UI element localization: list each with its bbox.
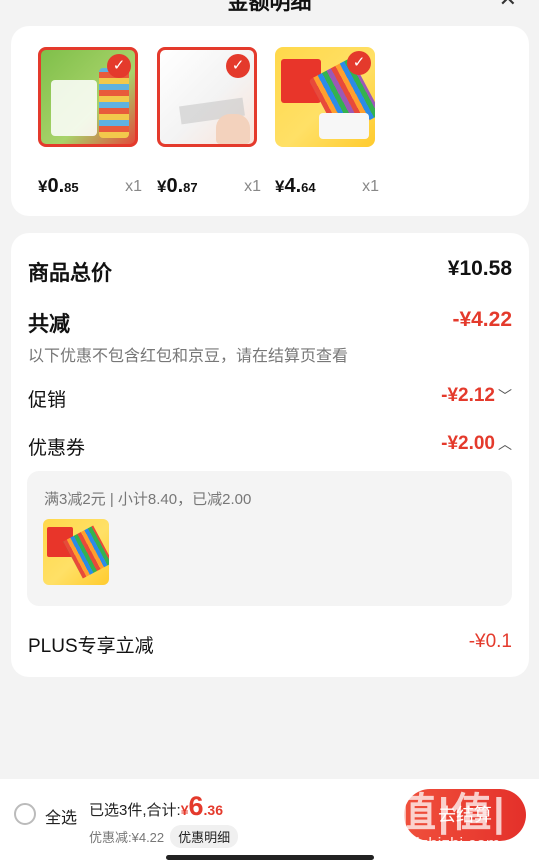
product-quantity: x1	[362, 178, 379, 195]
select-all-radio[interactable]	[14, 803, 36, 825]
home-indicator	[166, 855, 374, 860]
total-reduction-label: 共减	[28, 313, 70, 336]
promotion-value[interactable]: -¥2.12 ﹀	[441, 385, 512, 407]
promotion-label: 促销	[28, 390, 67, 411]
product-quantity: x1	[125, 178, 142, 195]
total-reduction-value: -¥4.22	[452, 308, 512, 331]
reduction-note: 以下优惠不包含红包和京豆，请在结算页查看	[28, 348, 349, 365]
selected-summary: 已选3件,合计:¥6.36	[89, 791, 223, 821]
product-quantity: x1	[244, 178, 261, 195]
checkmark-icon[interactable]: ✓	[347, 51, 371, 75]
bottom-checkout-bar: 全选 已选3件,合计:¥6.36 优惠减:¥4.22 优惠明细 去结算	[0, 779, 539, 862]
coupon-label: 优惠券	[28, 438, 86, 459]
products-card: ✓ ¥0.85 x1 ✓ ¥0.87 x1 ✓ ¥4.64 x1	[11, 26, 529, 216]
total-amount: ¥6.36	[180, 791, 223, 821]
coupon-detail-text: 满3减2元 | 小计8.40，已减2.00	[44, 491, 252, 508]
coupon-row[interactable]: 优惠券 -¥2.00 ︿	[28, 433, 512, 460]
product-price: ¥0.87	[157, 175, 198, 197]
product-price: ¥4.64	[275, 175, 316, 197]
plus-discount-value: -¥0.1	[468, 631, 512, 652]
product-price-row: ¥0.87 x1	[157, 172, 261, 198]
total-price-label: 商品总价	[28, 262, 112, 285]
total-price-row: 商品总价 ¥10.58	[28, 257, 512, 287]
product-price-row: ¥0.85 x1	[38, 172, 142, 198]
close-icon[interactable]: ✕	[499, 0, 517, 12]
total-price-value: ¥10.58	[447, 257, 512, 280]
product-item[interactable]: ✓	[157, 47, 257, 147]
select-all-label[interactable]: 全选	[45, 804, 77, 828]
product-price-row: ¥4.64 x1	[275, 172, 379, 198]
total-reduction-row: 共减 -¥4.22	[28, 308, 512, 338]
chevron-up-icon[interactable]: ︿	[498, 434, 512, 454]
coupon-detail-panel: 满3减2元 | 小计8.40，已减2.00	[27, 471, 512, 606]
product-thumbnail[interactable]: ✓	[157, 47, 257, 147]
checkmark-icon[interactable]: ✓	[107, 54, 131, 78]
page-title: 金额明细 ✕	[0, 0, 539, 14]
discount-detail-button[interactable]: 优惠明细	[170, 825, 239, 848]
product-thumbnail[interactable]: ✓	[275, 47, 375, 147]
checkout-button[interactable]: 去结算	[404, 789, 526, 841]
product-price: ¥0.85	[38, 175, 79, 197]
plus-discount-row: PLUS专享立减 -¥0.1	[28, 631, 512, 658]
chevron-down-icon[interactable]: ﹀	[498, 386, 512, 406]
price-summary-card: 商品总价 ¥10.58 共减 -¥4.22 以下优惠不包含红包和京豆，请在结算页…	[11, 233, 529, 677]
coupon-value[interactable]: -¥2.00 ︿	[441, 433, 512, 455]
page-title-text: 金额明细	[227, 0, 312, 14]
coupon-product-thumbnail[interactable]	[43, 519, 109, 585]
discount-summary: 优惠减:¥4.22 优惠明细	[89, 825, 239, 848]
product-item[interactable]: ✓	[275, 47, 375, 147]
promotion-row[interactable]: 促销 -¥2.12 ﹀	[28, 385, 512, 412]
product-item[interactable]: ✓	[38, 47, 138, 147]
product-thumbnail[interactable]: ✓	[38, 47, 138, 147]
checkmark-icon[interactable]: ✓	[226, 54, 250, 78]
plus-discount-label: PLUS专享立减	[28, 636, 154, 657]
